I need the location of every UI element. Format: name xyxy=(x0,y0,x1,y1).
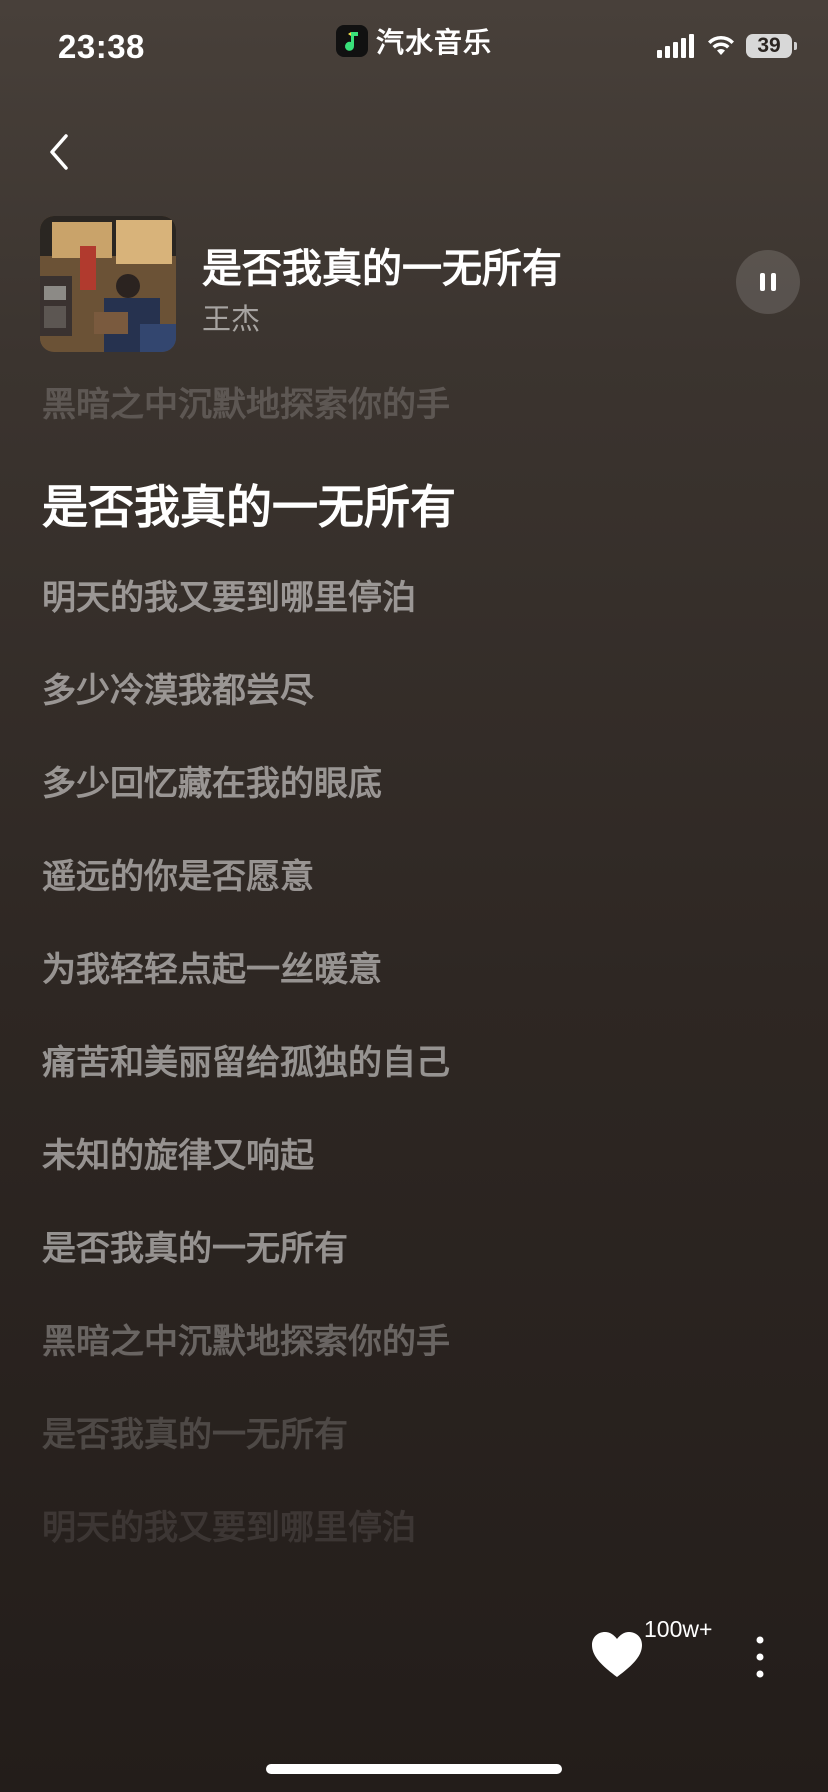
status-bar: 23:38 汽水音乐 39 xyxy=(0,0,828,100)
home-indicator[interactable] xyxy=(266,1764,562,1774)
pause-button[interactable] xyxy=(736,250,800,314)
battery-indicator: 39 xyxy=(746,34,797,58)
status-indicators: 39 xyxy=(657,34,797,58)
artist-name[interactable]: 王杰 xyxy=(202,296,260,338)
album-cover-art xyxy=(40,216,176,352)
back-button[interactable] xyxy=(40,128,80,176)
lyric-line[interactable]: 遥远的你是否愿意 xyxy=(42,852,802,945)
more-button[interactable] xyxy=(742,1634,778,1680)
more-vertical-icon xyxy=(756,1636,764,1678)
app-name: 汽水音乐 xyxy=(376,26,493,59)
wifi-icon xyxy=(708,35,734,55)
lyric-line[interactable]: 是否我真的一无所有 xyxy=(42,1410,802,1503)
signal-icon xyxy=(657,34,694,58)
lyric-line[interactable]: 明天的我又要到哪里停泊 xyxy=(42,1503,802,1596)
lyric-line[interactable]: 多少回忆藏在我的眼底 xyxy=(42,759,802,852)
lyric-line[interactable]: 黑暗之中沉默地探索你的手 xyxy=(42,1317,802,1410)
lyric-line[interactable]: 明天的我又要到哪里停泊 xyxy=(42,573,802,666)
lyric-line[interactable]: 为我轻轻点起一丝暖意 xyxy=(42,945,802,1038)
chevron-left-icon xyxy=(50,134,68,170)
lyric-line[interactable]: 多少冷漠我都尝尽 xyxy=(42,666,802,759)
heart-icon xyxy=(592,1632,642,1677)
like-button[interactable] xyxy=(590,1630,644,1680)
like-count: 100w+ xyxy=(644,1616,713,1642)
now-playing-header: 是否我真的一无所有 王杰 xyxy=(40,216,800,352)
lyrics-list[interactable]: 黑暗之中沉默地探索你的手 是否我真的一无所有 明天的我又要到哪里停泊 多少冷漠我… xyxy=(42,380,802,1596)
lyric-line-active[interactable]: 是否我真的一无所有 xyxy=(42,473,802,573)
lyric-line[interactable]: 黑暗之中沉默地探索你的手 xyxy=(42,380,802,473)
status-time: 23:38 xyxy=(58,28,145,65)
lyric-line[interactable]: 是否我真的一无所有 xyxy=(42,1224,802,1317)
song-title: 是否我真的一无所有 xyxy=(202,246,562,292)
app-badge[interactable]: 汽水音乐 xyxy=(336,24,493,59)
lyric-line[interactable]: 未知的旋律又响起 xyxy=(42,1131,802,1224)
music-note-icon xyxy=(336,25,368,57)
lyric-line[interactable]: 痛苦和美丽留给孤独的自己 xyxy=(42,1038,802,1131)
album-cover[interactable] xyxy=(40,216,176,352)
pause-icon xyxy=(760,273,765,291)
